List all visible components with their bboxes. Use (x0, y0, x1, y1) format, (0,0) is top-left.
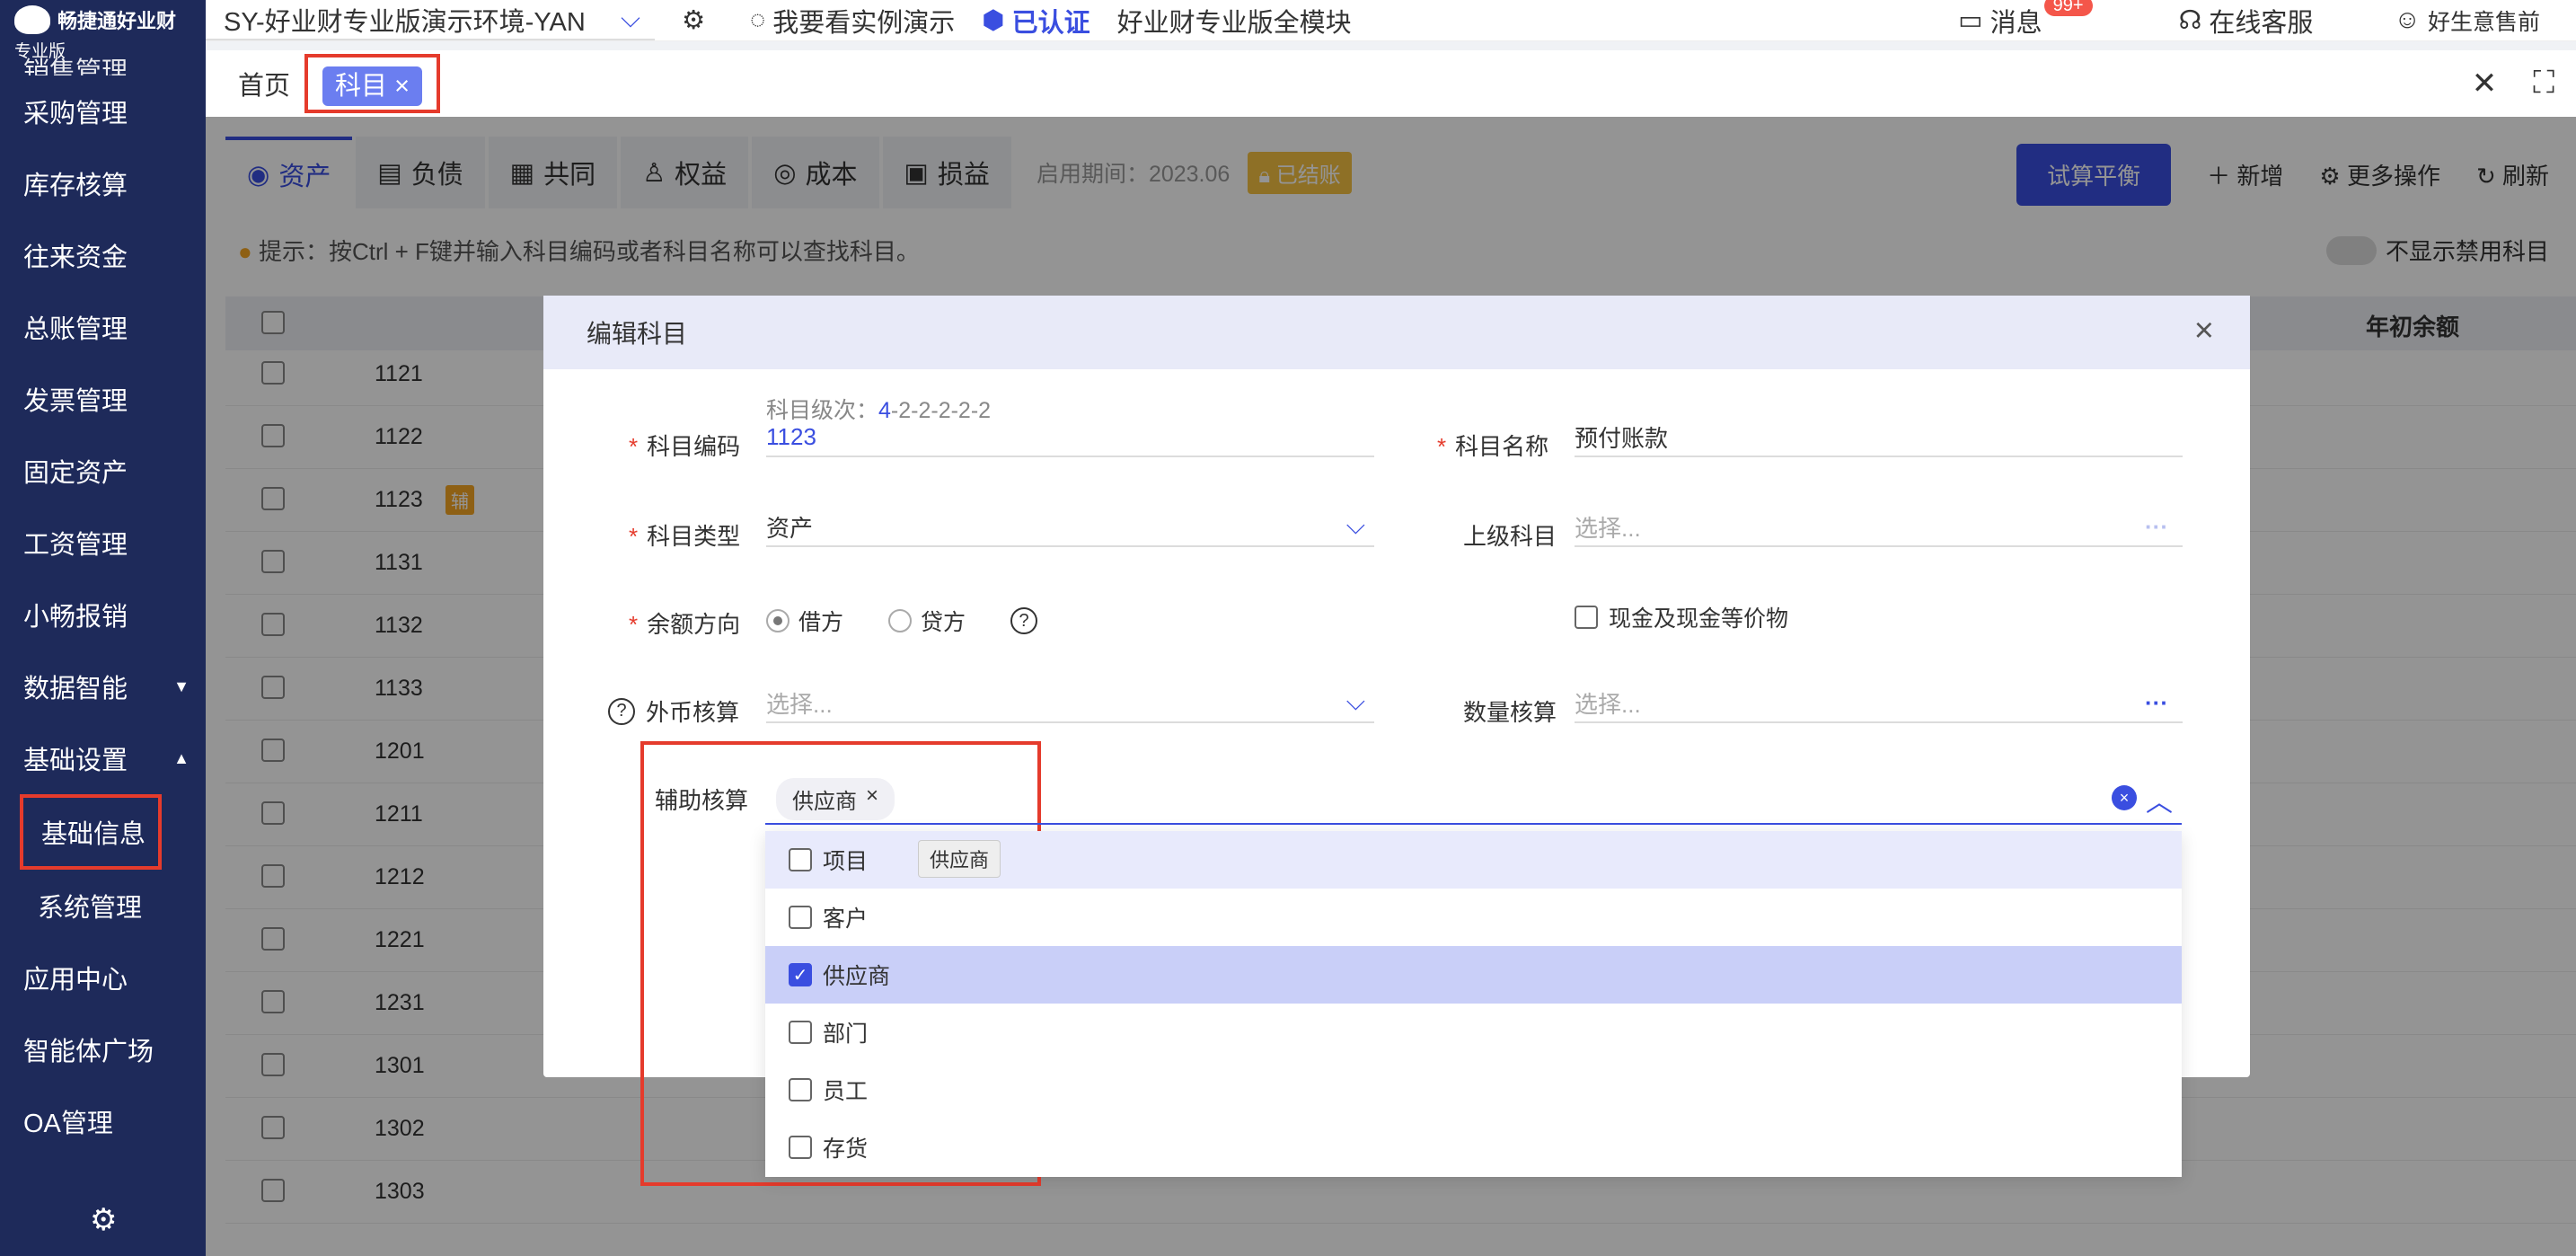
message-count-badge: 99+ (2043, 0, 2093, 16)
tooltip: 供应商 (918, 840, 1001, 878)
chevron-down-icon: ⌵ (1345, 687, 1365, 715)
sidebar-item-basic-settings[interactable]: 基础设置 ▲ (0, 722, 206, 794)
fx-label: ? 外币核算 (608, 694, 739, 728)
logo-icon (14, 5, 50, 34)
sidebar-item-expense[interactable]: 小畅报销 (0, 579, 206, 650)
headset-icon: ☊ (2178, 6, 2202, 35)
type-label: * 科目类型 (629, 523, 741, 550)
name-field[interactable]: 预付账款 (1575, 418, 2183, 457)
qty-select[interactable]: 选择... ··· (1575, 684, 2183, 723)
clear-icon[interactable]: × (2112, 785, 2137, 810)
chevron-down-icon: ⌵ (621, 4, 640, 33)
demo-link[interactable]: ◌ 我要看实例演示 (750, 2, 955, 40)
gear-icon[interactable]: ⚙ (90, 1202, 117, 1238)
modules-label: 好业财专业版全模块 (1116, 8, 1352, 38)
debit-radio[interactable]: 借方 (766, 605, 843, 637)
caret-down-icon: ▼ (173, 677, 190, 695)
demo-icon: ◌ (750, 5, 766, 34)
dialog-title: 编辑科目 (587, 320, 688, 348)
verified-badge: ⬢ 已认证 (982, 6, 1090, 38)
sidebar-item-system[interactable]: 系统管理 (0, 870, 206, 942)
close-all-icon[interactable]: ✕ (2472, 66, 2498, 102)
option-inventory[interactable]: 存货 (765, 1119, 2182, 1176)
tab-subjects[interactable]: 科目 × (322, 66, 423, 106)
close-icon[interactable]: × (394, 72, 410, 101)
sidebar-item-fixed-assets[interactable]: 固定资产 (0, 435, 206, 507)
sidebar-item-funds[interactable]: 往来资金 (0, 219, 206, 291)
tab-home[interactable]: 首页 (238, 65, 290, 102)
aux-chip: 供应商 × (776, 778, 895, 820)
dialog-header: 编辑科目 × (543, 296, 2250, 369)
messages-button[interactable]: ▭ 消息 99+ (1958, 0, 2097, 40)
brand-name: 畅捷通好业财 (57, 10, 177, 32)
direction-label: * 余额方向 (629, 611, 741, 638)
fx-select[interactable]: 选择... ⌵ (766, 684, 1374, 723)
topbar: SY-好业财专业版演示环境-YAN ⌵ ⚙ ◌ 我要看实例演示 ⬢ 已认证 好业财专业… (206, 0, 2576, 41)
credit-radio[interactable]: 贷方 (888, 605, 966, 637)
help-icon[interactable]: ? (608, 697, 635, 725)
sidebar-item-ledger[interactable]: 总账管理 (0, 291, 206, 363)
name-label: * 科目名称 (1437, 433, 1549, 460)
option-supplier[interactable]: ✓ 供应商 (765, 946, 2182, 1004)
sidebar-item-app-center[interactable]: 应用中心 (0, 942, 206, 1013)
sidebar-item-sales[interactable]: 销售管理 (0, 40, 206, 75)
direction-radios: 借方 贷方 ? (766, 605, 1038, 637)
type-select[interactable]: 资产 ⌵ (766, 508, 1374, 547)
chevron-up-icon[interactable]: ︿ (2146, 780, 2173, 819)
sidebar: 畅捷通好业财 专业版 销售管理 采购管理 库存核算 往来资金 总账管理 发票管理… (0, 0, 206, 1256)
sidebar-item-basic-info[interactable]: 基础信息 (20, 794, 162, 870)
check-icon: ✓ (789, 963, 812, 986)
service-button[interactable]: ☊ 在线客服 (2179, 2, 2314, 40)
aux-select[interactable]: 供应商 × × ︿ (765, 774, 2182, 825)
close-icon[interactable]: × (866, 783, 878, 815)
tabbar: 首页 科目 × ✕ ⛶ (206, 50, 2576, 117)
code-label: * 科目编码 (629, 433, 741, 460)
qty-label: 数量核算 (1463, 699, 1557, 726)
settings-icon[interactable]: ⚙ (682, 4, 705, 36)
close-icon[interactable]: × (2194, 312, 2214, 350)
option-customer[interactable]: 客户 (765, 889, 2182, 946)
option-department[interactable]: 部门 (765, 1004, 2182, 1061)
sidebar-item-inventory[interactable]: 库存核算 (0, 147, 206, 219)
help-icon[interactable]: ? (1010, 607, 1038, 634)
parent-label: 上级科目 (1463, 523, 1557, 550)
fullscreen-icon[interactable]: ⛶ (2533, 66, 2554, 102)
caret-up-icon: ▲ (173, 748, 190, 767)
chevron-down-icon: ⌵ (1345, 511, 1365, 539)
sidebar-item-invoice[interactable]: 发票管理 (0, 363, 206, 435)
avatar: ☺ (2394, 5, 2421, 34)
aux-dropdown: 项目 客户 ✓ 供应商 部门 员工 存货 (765, 831, 2182, 1177)
user-menu[interactable]: ☺ 好生意售前 (2394, 4, 2540, 37)
parent-select[interactable]: 选择... ··· (1575, 508, 2183, 547)
code-field[interactable]: 1123 (766, 418, 1374, 457)
cash-equiv-checkbox[interactable]: 现金及现金等价物 (1575, 601, 1788, 633)
env-selector[interactable]: SY-好业财专业版演示环境-YAN ⌵ (206, 1, 655, 40)
more-icon[interactable]: ··· (2145, 689, 2168, 717)
more-icon[interactable]: ··· (2145, 513, 2168, 541)
sidebar-item-oa[interactable]: OA管理 (0, 1085, 206, 1157)
message-icon: ▭ (1958, 6, 1983, 35)
sidebar-item-data-intel[interactable]: 数据智能 ▼ (0, 650, 206, 722)
option-employee[interactable]: 员工 (765, 1061, 2182, 1119)
sidebar-item-payroll[interactable]: 工资管理 (0, 507, 206, 579)
sidebar-item-purchase[interactable]: 采购管理 (0, 75, 206, 147)
sidebar-item-agents[interactable]: 智能体广场 (0, 1013, 206, 1085)
tab-active-highlight: 科目 × (304, 54, 441, 113)
shield-icon: ⬢ (982, 6, 1005, 35)
